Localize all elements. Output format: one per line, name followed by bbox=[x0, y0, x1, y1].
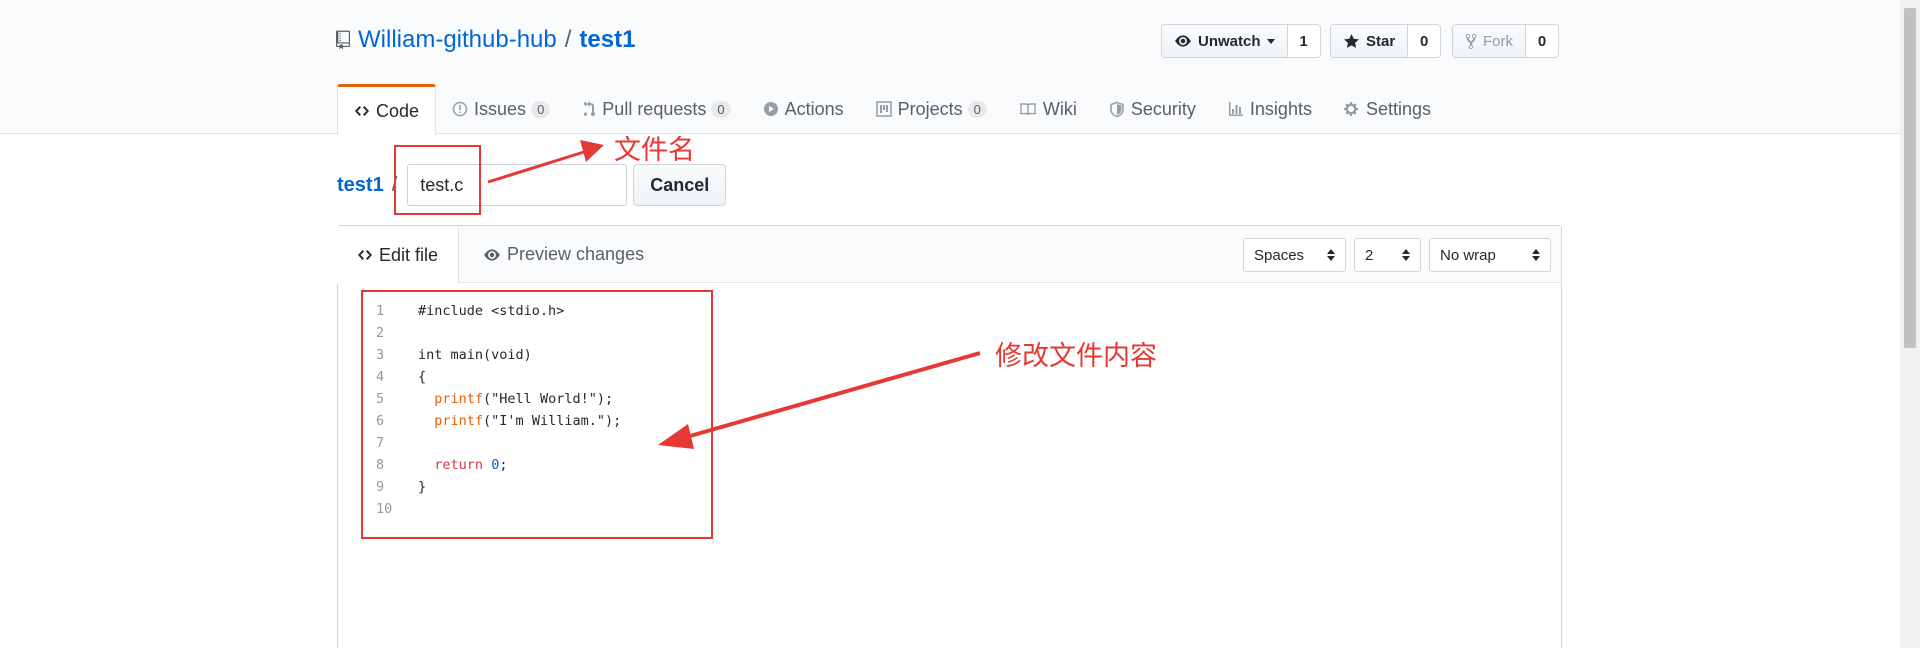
indent-size-select[interactable]: 2 bbox=[1354, 238, 1421, 272]
code-icon bbox=[358, 250, 372, 260]
indent-mode-select[interactable]: Spaces bbox=[1243, 238, 1346, 272]
play-icon bbox=[763, 102, 778, 116]
tab-edit-file-label: Edit file bbox=[379, 244, 439, 265]
tab-code[interactable]: Code bbox=[337, 84, 437, 135]
star-count[interactable]: 0 bbox=[1408, 25, 1440, 57]
unwatch-button[interactable]: Unwatch bbox=[1162, 25, 1288, 57]
content-annotation-label: 修改文件内容 bbox=[995, 341, 1157, 372]
unwatch-label: Unwatch bbox=[1198, 32, 1261, 50]
editor-toolbar: Edit file Preview changes Spaces 2 No wr… bbox=[337, 226, 1561, 284]
filename-annotation-box bbox=[394, 145, 481, 215]
repo-owner-link[interactable]: William-github-hub bbox=[358, 26, 557, 54]
tab-projects-label: Projects bbox=[897, 98, 963, 119]
fork-icon bbox=[1465, 33, 1477, 49]
tab-preview-changes-label: Preview changes bbox=[507, 244, 645, 264]
tab-insights[interactable]: Insights bbox=[1212, 84, 1328, 134]
chevron-down-icon bbox=[1266, 38, 1275, 44]
content-annotation-box bbox=[361, 290, 713, 539]
fork-button[interactable]: Fork bbox=[1453, 25, 1526, 57]
page-scrollbar[interactable] bbox=[1900, 0, 1920, 648]
tab-issues[interactable]: Issues 0 bbox=[436, 84, 566, 134]
filename-annotation-label: 文件名 bbox=[614, 135, 695, 166]
shield-icon bbox=[1110, 101, 1124, 117]
breadcrumb-root-link[interactable]: test1 bbox=[337, 174, 384, 197]
pull-requests-count-badge: 0 bbox=[711, 100, 731, 118]
tab-projects[interactable]: Projects 0 bbox=[860, 84, 1003, 134]
code-icon bbox=[355, 106, 369, 116]
fork-label: Fork bbox=[1483, 32, 1513, 50]
project-icon bbox=[875, 101, 892, 117]
fork-group: Fork 0 bbox=[1452, 24, 1559, 58]
tab-wiki-label: Wiki bbox=[1042, 98, 1077, 119]
star-button[interactable]: Star bbox=[1331, 25, 1409, 57]
repo-icon bbox=[336, 30, 350, 50]
repo-title: William-github-hub / test1 bbox=[336, 26, 635, 54]
star-label: Star bbox=[1366, 32, 1396, 50]
repo-name-link[interactable]: test1 bbox=[579, 26, 635, 54]
tab-actions-label: Actions bbox=[784, 98, 844, 119]
issues-count-badge: 0 bbox=[531, 100, 551, 118]
repo-header: William-github-hub / test1 Unwatch 1 Sta… bbox=[0, 0, 1900, 135]
watch-count[interactable]: 1 bbox=[1288, 25, 1320, 57]
star-group: Star 0 bbox=[1330, 24, 1442, 58]
editor-options: Spaces 2 No wrap bbox=[1235, 238, 1551, 272]
watch-group: Unwatch 1 bbox=[1161, 24, 1321, 58]
filename-arrowhead bbox=[580, 140, 604, 162]
tab-code-label: Code bbox=[376, 100, 420, 121]
tab-preview-changes[interactable]: Preview changes bbox=[463, 226, 664, 283]
tab-security[interactable]: Security bbox=[1093, 84, 1212, 134]
indent-size-value: 2 bbox=[1365, 246, 1374, 264]
repo-separator: / bbox=[564, 26, 572, 53]
tab-settings-label: Settings bbox=[1365, 98, 1432, 119]
tab-wiki[interactable]: Wiki bbox=[1003, 84, 1093, 134]
fork-count[interactable]: 0 bbox=[1526, 25, 1558, 57]
wrap-mode-select[interactable]: No wrap bbox=[1429, 238, 1551, 272]
tab-insights-label: Insights bbox=[1249, 98, 1312, 119]
pull-request-icon bbox=[584, 101, 596, 117]
gear-icon bbox=[1343, 102, 1358, 116]
book-icon bbox=[1020, 103, 1036, 116]
indent-mode-value: Spaces bbox=[1254, 246, 1305, 264]
star-icon bbox=[1344, 33, 1359, 48]
wrap-mode-value: No wrap bbox=[1440, 246, 1496, 264]
tab-issues-label: Issues bbox=[474, 98, 527, 119]
scrollbar-thumb[interactable] bbox=[1904, 8, 1916, 348]
select-arrows-icon bbox=[1402, 249, 1410, 261]
eye-icon bbox=[484, 248, 500, 261]
issue-icon bbox=[452, 101, 468, 117]
tab-pull-requests-label: Pull requests bbox=[602, 98, 707, 119]
select-arrows-icon bbox=[1532, 249, 1540, 261]
eye-icon bbox=[1175, 35, 1191, 47]
tab-pull-requests[interactable]: Pull requests 0 bbox=[566, 84, 746, 134]
select-arrows-icon bbox=[1327, 249, 1335, 261]
tab-settings[interactable]: Settings bbox=[1328, 84, 1447, 134]
repo-nav: Code Issues 0 Pull requests 0 Actions Pr… bbox=[337, 84, 1447, 135]
projects-count-badge: 0 bbox=[967, 100, 987, 118]
graph-icon bbox=[1228, 102, 1243, 116]
tab-edit-file[interactable]: Edit file bbox=[337, 226, 460, 284]
tab-security-label: Security bbox=[1130, 98, 1196, 119]
cancel-button[interactable]: Cancel bbox=[633, 164, 727, 206]
tab-actions[interactable]: Actions bbox=[747, 84, 860, 134]
